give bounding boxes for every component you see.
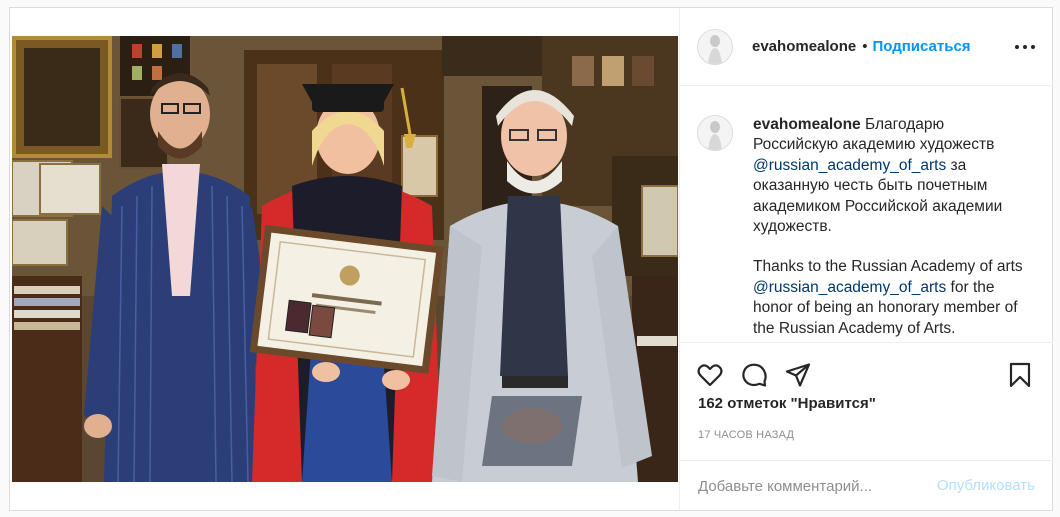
bookmark-icon[interactable] <box>1006 361 1034 389</box>
post-timestamp[interactable]: 17 часов назад <box>698 429 794 441</box>
post-username[interactable]: evahomealone <box>752 38 856 55</box>
more-options-icon[interactable] <box>1015 39 1035 55</box>
post-header: evahomealone • Подписаться <box>680 8 1053 86</box>
likes-count[interactable]: 162 отметок "Нравится" <box>698 395 876 412</box>
caption-mention-2[interactable]: @russian_academy_of_arts <box>753 279 946 296</box>
caption-en-text-1: Thanks to the Russian Academy of arts <box>753 258 1023 276</box>
ceremony-photo <box>12 36 678 482</box>
caption-text: evahomealone Благодарю Российскую академ… <box>753 115 1033 342</box>
post-actions: 162 отметок "Нравится" 17 часов назад Оп… <box>680 342 1053 510</box>
comment-icon[interactable] <box>740 361 768 389</box>
post-media <box>10 8 679 510</box>
comment-bar: Опубликовать <box>680 460 1053 511</box>
post-comment-button[interactable]: Опубликовать <box>937 477 1035 494</box>
paper-plane-icon[interactable] <box>784 361 812 389</box>
post-photo[interactable] <box>12 36 678 482</box>
avatar[interactable] <box>697 28 733 65</box>
heart-icon[interactable] <box>696 361 724 389</box>
post-dialog: evahomealone • Подписаться evahomealone … <box>9 7 1053 511</box>
avatar-image-icon <box>698 116 732 150</box>
follow-button[interactable]: Подписаться <box>872 38 970 55</box>
separator-dot: • <box>862 38 868 55</box>
post-sidebar: evahomealone • Подписаться evahomealone … <box>679 8 1053 510</box>
caption-avatar[interactable] <box>697 115 733 151</box>
caption-mention-1[interactable]: @russian_academy_of_arts <box>753 157 946 174</box>
post-caption: evahomealone Благодарю Российскую академ… <box>680 87 1052 342</box>
caption-username[interactable]: evahomealone <box>753 116 861 133</box>
avatar-image-icon <box>698 29 732 64</box>
comment-input[interactable] <box>698 477 918 495</box>
